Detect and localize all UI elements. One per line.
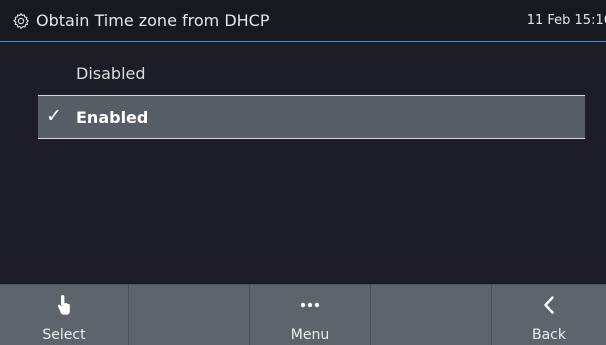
softkey-label: Back — [532, 327, 566, 343]
softkey-label: Select — [42, 327, 86, 343]
menu-softkey[interactable]: Menu — [250, 285, 371, 345]
softkey-label: Menu — [290, 327, 330, 343]
softkey-empty-1[interactable] — [129, 285, 250, 345]
phone-screen: Obtain Time zone from DHCP 11 Feb 15:16 … — [0, 0, 606, 345]
gear-icon — [13, 13, 29, 29]
option-disabled[interactable]: Disabled — [38, 52, 585, 96]
checkmark-icon: ✓ — [46, 105, 62, 127]
title-bar: Obtain Time zone from DHCP 11 Feb 15:16 — [0, 0, 606, 42]
page-title: Obtain Time zone from DHCP — [36, 11, 270, 30]
back-softkey[interactable]: Back — [492, 285, 606, 345]
select-softkey[interactable]: Select — [0, 285, 129, 345]
softkey-empty-2[interactable] — [371, 285, 492, 345]
date-time: 11 Feb 15:16 — [526, 13, 606, 28]
option-label: Disabled — [76, 64, 146, 83]
chevron-left-icon — [544, 296, 554, 314]
softkey-bar: Select Menu Back — [0, 284, 606, 345]
more-dots-icon — [300, 302, 320, 308]
hand-pointer-icon — [57, 295, 70, 315]
option-enabled[interactable]: ✓ Enabled — [38, 95, 585, 139]
option-label: Enabled — [76, 108, 149, 127]
